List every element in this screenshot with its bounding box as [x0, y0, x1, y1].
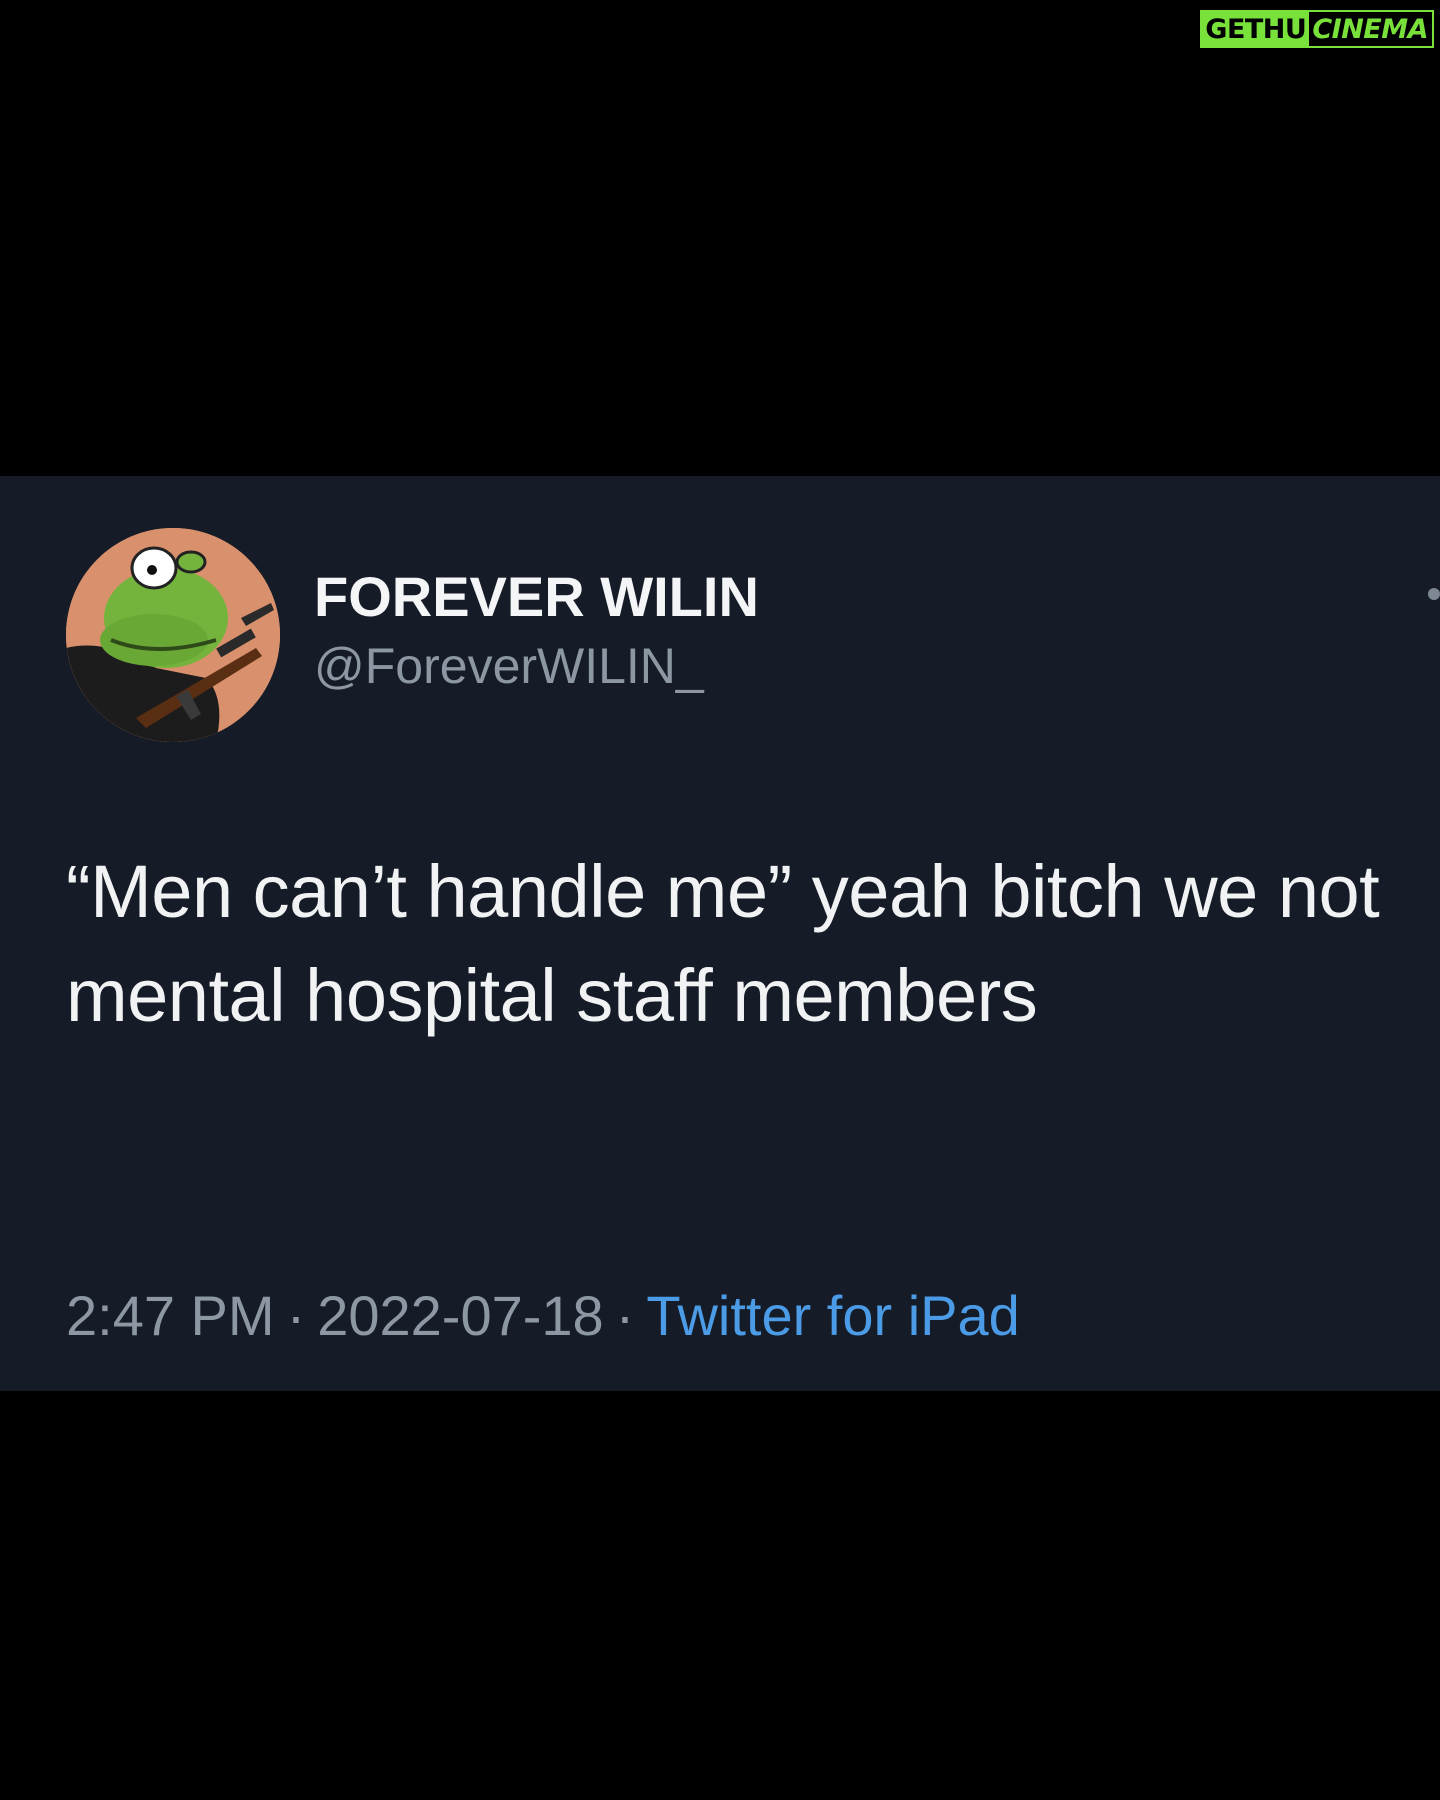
tweet-date[interactable]: 2022-07-18 [317, 1284, 603, 1347]
avatar[interactable] [66, 528, 280, 742]
watermark-logo: GETHU CINEMA [1200, 10, 1434, 48]
meta-separator: · [286, 1284, 306, 1347]
page: GETHU CINEMA FOREVER WILIN @ForeverWILIN… [0, 0, 1440, 1800]
watermark-part1: GETHU [1202, 12, 1310, 46]
more-dot-icon[interactable] [1428, 588, 1440, 600]
tweet-text: “Men can’t handle me” yeah bitch we not … [66, 850, 1380, 1037]
tweet-card: FOREVER WILIN @ForeverWILIN_ “Men can’t … [0, 476, 1440, 1391]
display-name[interactable]: FOREVER WILIN [314, 566, 759, 628]
meta-separator: · [615, 1284, 635, 1347]
tweet-source-link[interactable]: Twitter for iPad [646, 1284, 1019, 1347]
tweet-time[interactable]: 2:47 PM [66, 1284, 275, 1347]
watermark-part2: CINEMA [1309, 12, 1432, 46]
user-handle[interactable]: @ForeverWILIN_ [314, 636, 759, 696]
kermit-avatar-icon [66, 528, 280, 742]
tweet-meta: 2:47 PM · 2022-07-18 · Twitter for iPad [66, 1282, 1020, 1349]
author-block: FOREVER WILIN @ForeverWILIN_ [314, 566, 759, 696]
